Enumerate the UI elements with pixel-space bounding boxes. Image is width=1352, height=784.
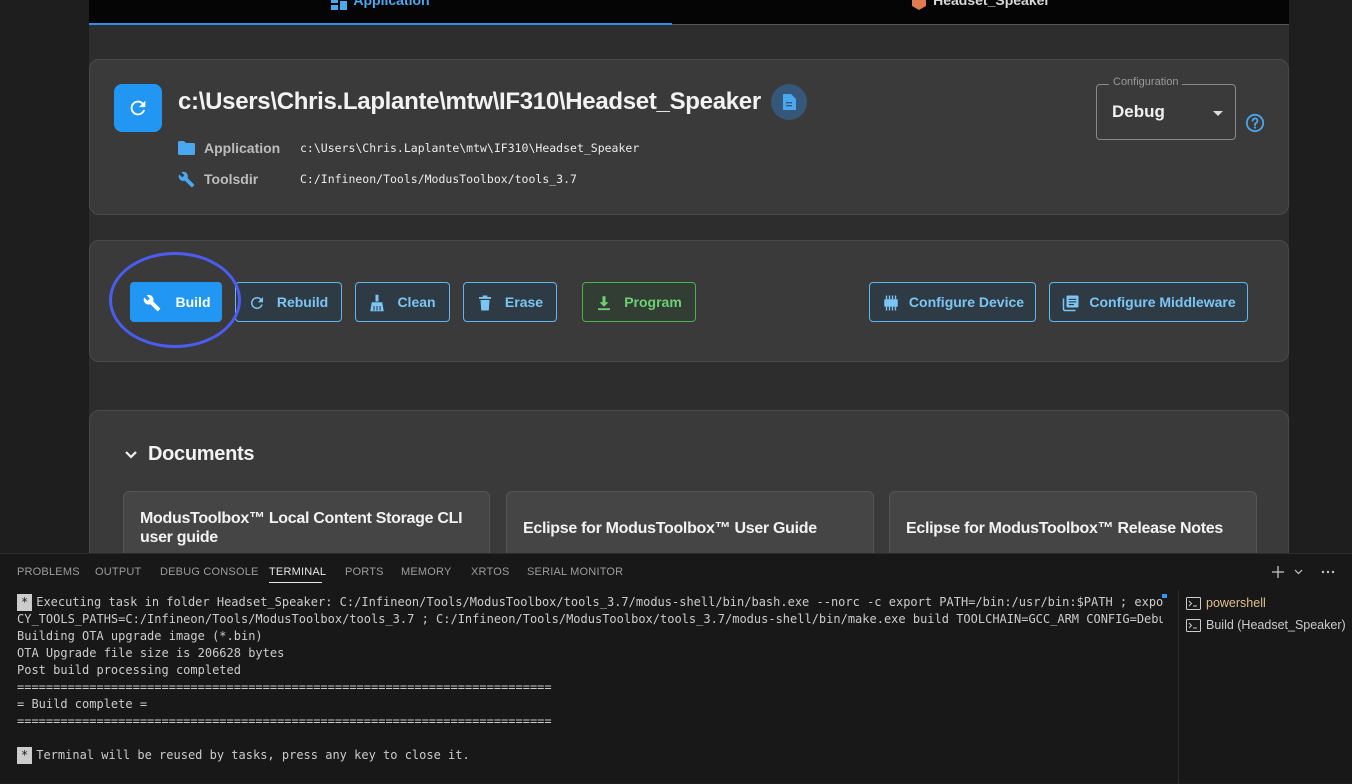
rebuild-label: Rebuild (276, 294, 329, 310)
document-card[interactable]: Eclipse for ModusToolbox™ Release Notes (889, 491, 1257, 553)
webview-area: Application Headset_Speaker c:\Users\Chr… (0, 0, 1352, 553)
more-actions-icon[interactable] (1318, 562, 1338, 582)
actions-card: Build Rebuild Clean Erase Program Config… (89, 240, 1289, 362)
document-title: ModusToolbox™ Local Content Storage CLI … (140, 510, 463, 546)
terminal-icon (1186, 596, 1201, 610)
build-button[interactable]: Build (130, 282, 222, 322)
document-title: Eclipse for ModusToolbox™ Release Notes (906, 520, 1223, 537)
task-marker: * (17, 594, 33, 611)
configuration-value: Debug (1112, 102, 1165, 121)
top-tab-bar: Application Headset_Speaker (89, 0, 1289, 25)
terminal-item-powershell[interactable]: powershell (1186, 592, 1352, 614)
scrollbar-marker (1162, 594, 1167, 598)
wrench-icon (143, 294, 161, 312)
toolsdir-path: C:/Infineon/Tools/ModusToolbox/tools_3.7 (300, 172, 577, 186)
terminal-line: = Build complete = (17, 697, 148, 711)
terminal-line: Terminal will be reused by tasks, press … (36, 748, 470, 762)
configure-middleware-button[interactable]: Configure Middleware (1049, 282, 1248, 322)
terminal-item-label: powershell (1206, 596, 1266, 610)
add-terminal-icon[interactable] (1268, 562, 1288, 582)
chevron-down-icon[interactable] (1292, 562, 1304, 582)
terminal-text: * Executing task in folder Headset_Speake… (17, 594, 1163, 764)
rebuild-button[interactable]: Rebuild (235, 282, 342, 322)
configure-middleware-label: Configure Middleware (1089, 294, 1236, 310)
terminal-item-build[interactable]: Build (Headset_Speaker) (1186, 614, 1352, 636)
panel-actions (1268, 562, 1338, 582)
chevron-down-icon (1213, 111, 1223, 116)
app-panel: Application Headset_Speaker c:\Users\Chr… (89, 0, 1289, 553)
tab-headset-speaker[interactable]: Headset_Speaker (672, 0, 1289, 25)
terminal-line: Executing task in folder Headset_Speaker… (36, 595, 1163, 609)
task-marker: * (17, 747, 33, 764)
terminal-line: ========================================… (17, 714, 552, 728)
terminal-line: Post build processing completed (17, 663, 241, 677)
document-card[interactable]: ModusToolbox™ Local Content Storage CLI … (123, 491, 490, 553)
terminal-item-label: Build (Headset_Speaker) (1206, 618, 1346, 632)
dashboard-icon (331, 0, 348, 10)
documents-card: Documents ModusToolbox™ Local Content St… (89, 410, 1289, 553)
toolsdir-row: Toolsdir C:/Infineon/Tools/ModusToolbox/… (178, 169, 577, 189)
toolsdir-label: Toolsdir (204, 171, 259, 187)
terminal-line: Building OTA upgrade image (*.bin) (17, 629, 263, 643)
bottom-panel: PROBLEMS OUTPUT DEBUG CONSOLE TERMINAL P… (0, 553, 1352, 784)
configure-device-label: Configure Device (908, 294, 1025, 310)
documents-heading: Documents (148, 443, 255, 465)
wrench-icon (178, 171, 195, 187)
tab-ports[interactable]: PORTS (345, 566, 384, 578)
document-title: Eclipse for ModusToolbox™ User Guide (523, 520, 817, 537)
tab-application-label: Application (353, 0, 430, 8)
chevron-down-icon (125, 450, 137, 459)
documents-toggle[interactable]: Documents (124, 443, 255, 466)
terminal-line: CY_TOOLS_PATHS=C:/Infineon/Tools/ModusTo… (17, 612, 1163, 626)
program-label: Program (624, 294, 682, 310)
document-icon (783, 94, 796, 110)
configuration-legend: Configuration (1109, 76, 1183, 88)
terminal-output[interactable]: * Executing task in folder Headset_Speake… (0, 590, 1163, 784)
program-button[interactable]: Program (582, 282, 696, 322)
tab-xrtos[interactable]: XRTOS (471, 566, 510, 578)
tab-terminal[interactable]: TERMINAL (269, 566, 326, 578)
terminal-list: powershell Build (Headset_Speaker) (1186, 592, 1352, 636)
terminal-icon (1186, 618, 1201, 632)
refresh-button[interactable] (114, 84, 162, 132)
erase-label: Erase (504, 294, 544, 310)
panel-tab-bar: PROBLEMS OUTPUT DEBUG CONSOLE TERMINAL P… (0, 554, 1352, 590)
chip-icon (912, 0, 927, 10)
tab-problems[interactable]: PROBLEMS (17, 566, 80, 578)
folder-icon (178, 141, 195, 155)
tab-debug-console[interactable]: DEBUG CONSOLE (160, 566, 259, 578)
terminal-divider (1178, 590, 1179, 784)
clean-button[interactable]: Clean (355, 282, 450, 322)
configure-device-button[interactable]: Configure Device (869, 282, 1036, 322)
build-label: Build (175, 294, 211, 310)
application-label: Application (204, 140, 281, 156)
erase-button[interactable]: Erase (463, 282, 557, 322)
tab-output[interactable]: OUTPUT (95, 566, 141, 578)
terminal-line: ========================================… (17, 680, 552, 694)
application-path: c:\Users\Chris.Laplante\mtw\IF310\Headse… (300, 141, 640, 155)
tab-headset-speaker-label: Headset_Speaker (933, 0, 1050, 8)
active-tab-indicator (269, 582, 322, 583)
configuration-select[interactable]: Configuration Debug (1096, 76, 1236, 140)
tab-application[interactable]: Application (89, 0, 672, 25)
application-path-row: Application c:\Users\Chris.Laplante\mtw\… (178, 138, 639, 158)
clean-label: Clean (397, 294, 436, 310)
tab-memory[interactable]: MEMORY (401, 566, 452, 578)
tab-serial-monitor[interactable]: SERIAL MONITOR (527, 566, 623, 578)
refresh-icon (130, 100, 146, 116)
open-document-button[interactable] (771, 84, 807, 120)
application-info-card: c:\Users\Chris.Laplante\mtw\IF310\Headse… (89, 59, 1289, 215)
help-icon[interactable] (1245, 113, 1265, 133)
application-title: c:\Users\Chris.Laplante\mtw\IF310\Headse… (178, 88, 761, 115)
document-card[interactable]: Eclipse for ModusToolbox™ User Guide (506, 491, 874, 553)
terminal-line: OTA Upgrade file size is 206628 bytes (17, 646, 285, 660)
